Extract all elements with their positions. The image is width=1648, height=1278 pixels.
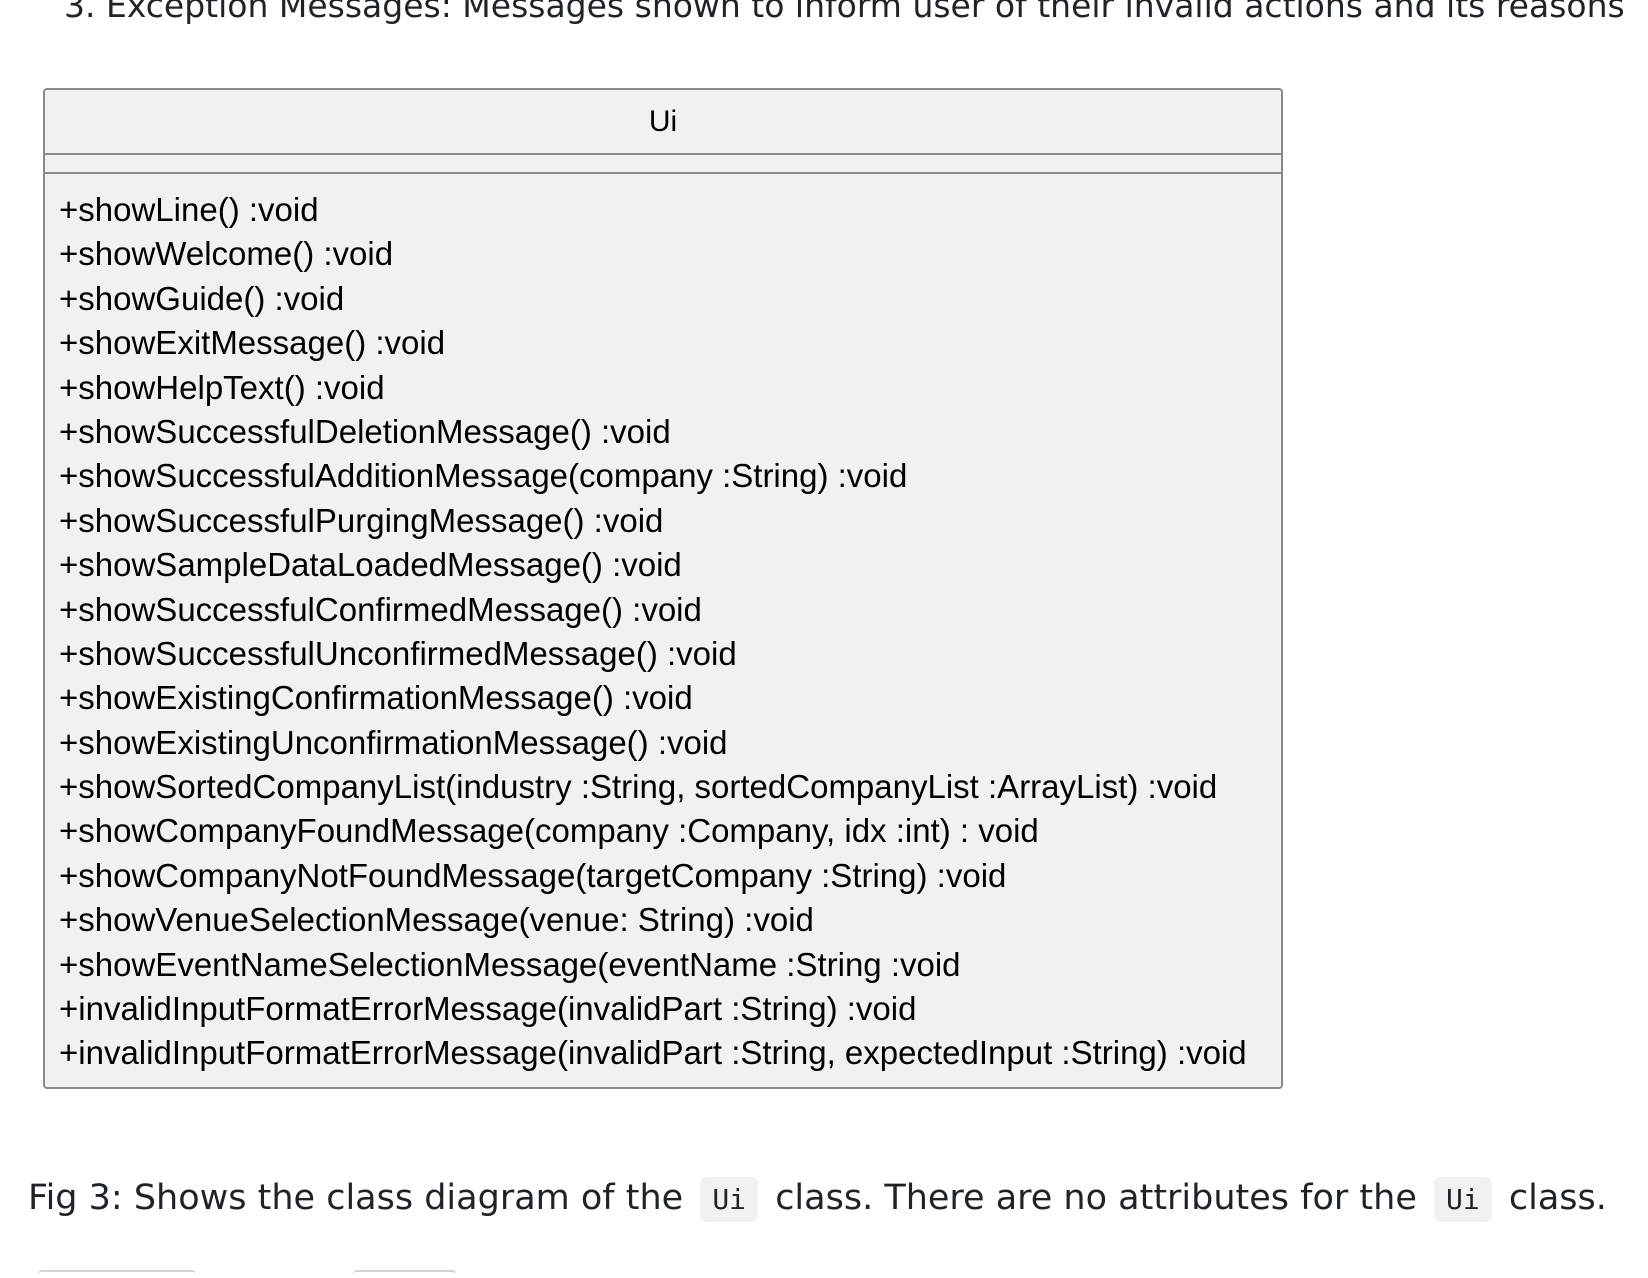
section-heading-partial: 3. Exception Messages: Messages shown to… <box>64 0 1625 25</box>
uml-method: +showExistingUnconfirmationMessage() :vo… <box>59 723 728 761</box>
uml-method: +showHelpText() :void <box>59 368 385 406</box>
uml-method: +showSuccessfulConfirmedMessage() :void <box>59 590 702 628</box>
uml-methods-compartment: +showLine() :void +showWelcome() :void +… <box>45 174 1281 1076</box>
partial-element-cutoff <box>353 1270 456 1278</box>
uml-method: +showExistingConfirmationMessage() :void <box>59 679 693 717</box>
partial-element-cutoff <box>38 1270 196 1278</box>
uml-method: +invalidInputFormatErrorMessage(invalidP… <box>59 990 917 1028</box>
caption-suffix: class. <box>1508 1178 1607 1218</box>
uml-method: +showWelcome() :void <box>59 235 394 273</box>
uml-method: +showSampleDataLoadedMessage() :void <box>59 546 682 584</box>
uml-method: +invalidInputFormatErrorMessage(invalidP… <box>59 1034 1247 1072</box>
uml-method: +showEventNameSelectionMessage(eventName… <box>59 945 961 983</box>
uml-method: +showSuccessfulAdditionMessage(company :… <box>59 457 908 495</box>
inline-code-ui: Ui <box>1434 1177 1492 1222</box>
uml-method: +showSortedCompanyList(industry :String,… <box>59 768 1218 806</box>
uml-method: +showVenueSelectionMessage(venue: String… <box>59 901 814 939</box>
uml-class-box: Ui +showLine() :void +showWelcome() :voi… <box>43 88 1283 1089</box>
uml-attributes-compartment <box>45 155 1281 174</box>
uml-method: +showSuccessfulPurgingMessage() :void <box>59 501 664 539</box>
uml-class-name: Ui <box>45 90 1281 155</box>
figure-caption: Fig 3: Shows the class diagram of the Ui… <box>28 1172 1607 1226</box>
uml-method: +showCompanyNotFoundMessage(targetCompan… <box>59 856 1007 894</box>
uml-method: +showCompanyFoundMessage(company :Compan… <box>59 812 1039 850</box>
caption-middle: class. There are no attributes for the <box>775 1178 1417 1218</box>
uml-method: +showGuide() :void <box>59 279 345 317</box>
inline-code-ui: Ui <box>700 1177 759 1222</box>
caption-prefix: Fig 3: Shows the class diagram of the <box>28 1178 684 1218</box>
uml-method: +showLine() :void <box>59 191 319 228</box>
uml-method: +showSuccessfulDeletionMessage() :void <box>59 412 671 450</box>
uml-method: +showExitMessage() :void <box>59 324 446 362</box>
uml-method: +showSuccessfulUnconfirmedMessage() :voi… <box>59 634 737 672</box>
